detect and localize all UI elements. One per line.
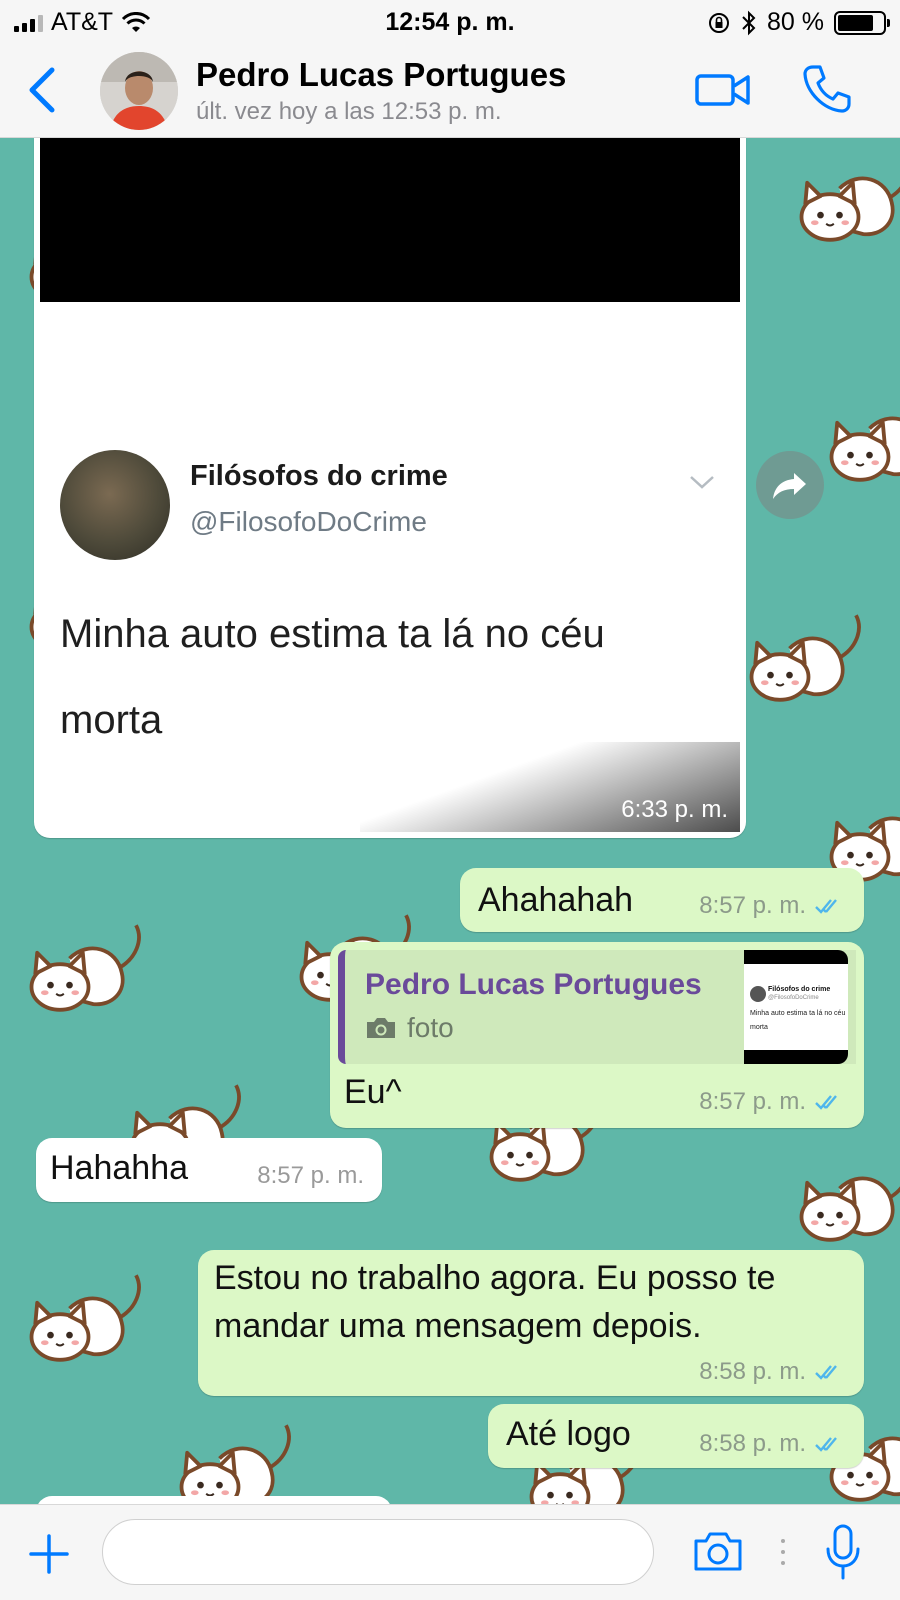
message-meta: 8:58 p. m. <box>699 1430 844 1458</box>
avatar[interactable] <box>100 52 178 130</box>
message-text-line1: Estou no trabalho agora. Eu posso te <box>214 1259 776 1297</box>
message-meta: 8:57 p. m. <box>699 1088 844 1116</box>
forward-icon <box>773 473 806 499</box>
outgoing-message[interactable]: Estou no trabalho agora. Eu posso te man… <box>198 1250 864 1396</box>
quoted-label: foto <box>407 1012 454 1043</box>
message-time: 8:58 p. m. <box>699 1358 806 1385</box>
double-check-icon <box>815 1095 837 1110</box>
tweet-author-name: Filósofos do crime <box>190 460 448 492</box>
camera-icon <box>367 1018 395 1038</box>
quoted-author: Pedro Lucas Portugues <box>365 968 702 1001</box>
outgoing-message[interactable]: Até logo 8:58 p. m. <box>488 1404 864 1468</box>
tweet-text-line1: Minha auto estima ta lá no céu <box>60 612 605 656</box>
message-text-line2: mandar uma mensagem depois. <box>214 1307 702 1345</box>
back-chevron-icon[interactable] <box>22 64 62 116</box>
message-input[interactable] <box>102 1519 654 1585</box>
chat-area[interactable]: Filósofos do crime @FilosofoDoCrime Minh… <box>0 138 900 1504</box>
image-black-bar <box>40 138 740 302</box>
message-time: 8:58 p. m. <box>699 1430 806 1457</box>
quoted-photo-label: foto <box>365 1012 454 1044</box>
image-message-bubble[interactable]: Filósofos do crime @FilosofoDoCrime Minh… <box>34 138 746 838</box>
last-seen-status: últ. vez hoy a las 12:53 p. m. <box>196 98 502 125</box>
more-dots-icon <box>781 1539 785 1565</box>
outgoing-message[interactable]: Ahahahah 8:57 p. m. <box>460 868 864 932</box>
message-time: 8:57 p. m. <box>699 892 806 919</box>
message-text: Hahahha <box>50 1149 189 1187</box>
microphone-icon[interactable] <box>824 1523 862 1581</box>
status-bar: AT&T 12:54 p. m. 80 % <box>0 0 900 44</box>
orientation-lock-icon <box>709 12 730 33</box>
thumbnail-handle: @FilosofoDoCrime <box>768 995 819 1001</box>
battery-icon <box>834 10 890 35</box>
message-text: Eu^ <box>344 1073 402 1111</box>
tweet-text-line2: morta <box>60 698 163 742</box>
input-bar <box>0 1504 900 1600</box>
message-text: Ahahahah <box>478 881 634 919</box>
chevron-down-icon <box>690 476 714 489</box>
contact-name[interactable]: Pedro Lucas Portugues <box>196 56 566 94</box>
tweet-handle: @FilosofoDoCrime <box>190 506 427 537</box>
camera-icon[interactable] <box>692 1529 744 1573</box>
incoming-message[interactable]: Hahahha 8:57 p. m. <box>36 1138 382 1202</box>
battery-label: 80 % <box>767 8 824 36</box>
message-meta: 8:58 p. m. <box>699 1358 844 1386</box>
bluetooth-icon <box>742 10 756 35</box>
tweet-avatar <box>60 450 170 560</box>
double-check-icon <box>815 1365 837 1380</box>
message-time: 8:57 p. m. <box>699 1088 806 1115</box>
video-call-icon[interactable] <box>694 68 752 112</box>
phone-icon[interactable] <box>800 62 854 116</box>
thumbnail-name: Filósofos do crime <box>768 986 831 993</box>
plus-icon[interactable] <box>28 1533 70 1575</box>
message-time: 6:33 p. m. <box>621 796 728 823</box>
thumbnail-avatar <box>750 986 766 1002</box>
forward-button[interactable] <box>756 451 824 519</box>
shared-image[interactable]: Filósofos do crime @FilosofoDoCrime Minh… <box>40 138 740 832</box>
double-check-icon <box>815 899 837 914</box>
outgoing-message-with-reply[interactable]: Pedro Lucas Portugues foto Filósofos do … <box>330 942 864 1128</box>
double-check-icon <box>815 1437 837 1452</box>
thumbnail-text-line1: Minha auto estima ta lá no céu <box>750 1010 846 1017</box>
message-meta: 8:57 p. m. <box>699 892 844 920</box>
quoted-thumbnail: Filósofos do crime @FilosofoDoCrime Minh… <box>744 950 848 1064</box>
chat-header: Pedro Lucas Portugues últ. vez hoy a las… <box>0 44 900 138</box>
message-text: Até logo <box>506 1415 631 1453</box>
incoming-message-partial[interactable] <box>36 1496 392 1504</box>
message-time: 8:57 p. m. <box>257 1162 364 1189</box>
status-right: 80 % <box>707 8 890 37</box>
thumbnail-text-line2: morta <box>750 1024 768 1031</box>
